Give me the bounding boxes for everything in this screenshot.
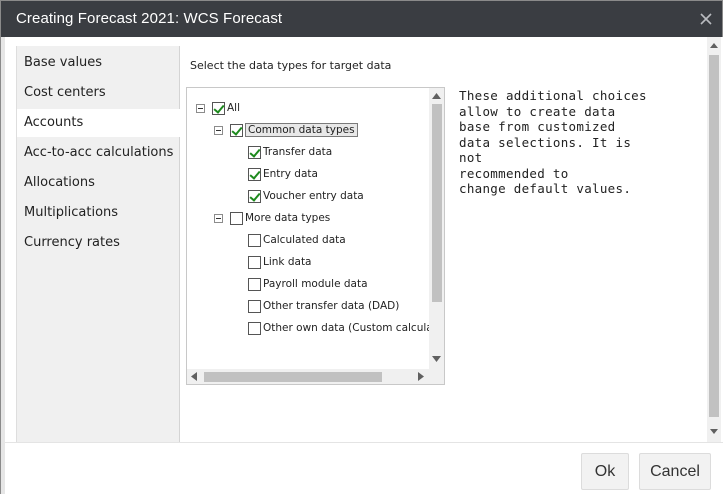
tree-node-entry-data: Entry data (248, 165, 318, 183)
tree-label-other-own-data: Other own data (Custom calculati (263, 322, 440, 334)
sidebar-item-cost-centers[interactable]: Cost centers (17, 79, 181, 107)
scroll-up-icon[interactable] (432, 93, 441, 99)
checkbox-calculated-data[interactable] (248, 233, 261, 247)
sidebar-item-allocations[interactable]: Allocations (17, 169, 181, 197)
checkbox-entry-data[interactable] (248, 167, 261, 181)
tree-label-transfer-data: Transfer data (263, 146, 333, 158)
instruction-text: Select the data types for target data (190, 59, 392, 72)
checkbox-voucher-entry-data[interactable] (248, 189, 261, 203)
data-types-tree: All Common data types Transfer data Entr… (186, 87, 445, 385)
expander-more-icon[interactable] (214, 214, 223, 223)
checkbox-payroll-module-data[interactable] (248, 277, 261, 291)
tree-node-link-data: Link data (248, 253, 312, 271)
tree-label-entry-data: Entry data (263, 168, 318, 180)
checkbox-common-data-types[interactable] (230, 123, 243, 137)
tree-node-more: More data types (230, 209, 330, 227)
tree-label-all: All (227, 102, 241, 114)
tree-node-all: All (212, 99, 240, 117)
tree-label-payroll-module-data: Payroll module data (263, 278, 368, 290)
scrollbar-corner (429, 369, 444, 384)
tree-vertical-scroll-thumb[interactable] (432, 104, 442, 302)
tree-node-common: Common data types (230, 121, 358, 139)
checkbox-more-data-types[interactable] (230, 211, 243, 225)
outer-scroll-up-icon[interactable] (710, 43, 718, 48)
sidebar-item-base-values[interactable]: Base values (17, 49, 181, 77)
checkbox-all[interactable] (212, 101, 225, 115)
sidebar-item-multiplications[interactable]: Multiplications (17, 199, 181, 227)
tree-vertical-scrollbar[interactable] (429, 88, 444, 369)
sidebar: Base values Cost centers Accounts Acc-to… (16, 46, 183, 442)
tree-label-more: More data types (245, 212, 331, 224)
tree-label-voucher-entry-data: Voucher entry data (263, 190, 364, 202)
tree-horizontal-scroll-thumb[interactable] (204, 372, 382, 382)
checkbox-link-data[interactable] (248, 255, 261, 269)
scroll-left-icon[interactable] (191, 372, 197, 381)
tree-node-calculated-data: Calculated data (248, 231, 346, 249)
expander-common-icon[interactable] (214, 126, 223, 135)
tree-node-transfer-data: Transfer data (248, 143, 332, 161)
tree-node-other-transfer-data: Other transfer data (DAD) (248, 297, 399, 315)
tree-node-other-own-data: Other own data (Custom calculati (248, 319, 440, 337)
tree-label-link-data: Link data (263, 256, 312, 268)
tree-label-other-transfer-data: Other transfer data (DAD) (263, 300, 400, 312)
dialog-vertical-scrollbar[interactable] (707, 37, 721, 442)
tree-node-voucher-entry-data: Voucher entry data (248, 187, 364, 205)
tree-horizontal-scrollbar[interactable] (187, 369, 430, 384)
scroll-right-icon[interactable] (418, 372, 424, 381)
dialog-footer: Ok Cancel (5, 442, 723, 494)
sidebar-item-acc-to-acc-calculations[interactable]: Acc-to-acc calculations (17, 139, 181, 167)
checkbox-other-own-data[interactable] (248, 321, 261, 335)
info-note: These additional choices allow to create… (459, 88, 647, 196)
expander-all-icon[interactable] (196, 104, 205, 113)
dialog-vertical-scroll-thumb[interactable] (709, 55, 719, 417)
ok-button[interactable]: Ok (581, 453, 629, 490)
dialog-window: Creating Forecast 2021: WCS Forecast Bas… (0, 0, 723, 494)
main-content: Select the data types for target data Al… (180, 46, 705, 442)
sidebar-item-currency-rates[interactable]: Currency rates (17, 229, 181, 257)
scroll-down-icon[interactable] (432, 356, 441, 362)
tree-label-common: Common data types (245, 123, 358, 137)
checkbox-transfer-data[interactable] (248, 145, 261, 159)
close-icon (700, 13, 712, 25)
cancel-button[interactable]: Cancel (639, 453, 711, 490)
title-bar: Creating Forecast 2021: WCS Forecast (1, 1, 722, 37)
close-button[interactable] (698, 11, 714, 27)
sidebar-item-accounts[interactable]: Accounts (17, 109, 183, 137)
tree-node-payroll-module-data: Payroll module data (248, 275, 368, 293)
checkbox-other-transfer-data[interactable] (248, 299, 261, 313)
tree-label-calculated-data: Calculated data (263, 234, 346, 246)
outer-scroll-down-icon[interactable] (710, 429, 718, 434)
window-title: Creating Forecast 2021: WCS Forecast (16, 10, 283, 27)
